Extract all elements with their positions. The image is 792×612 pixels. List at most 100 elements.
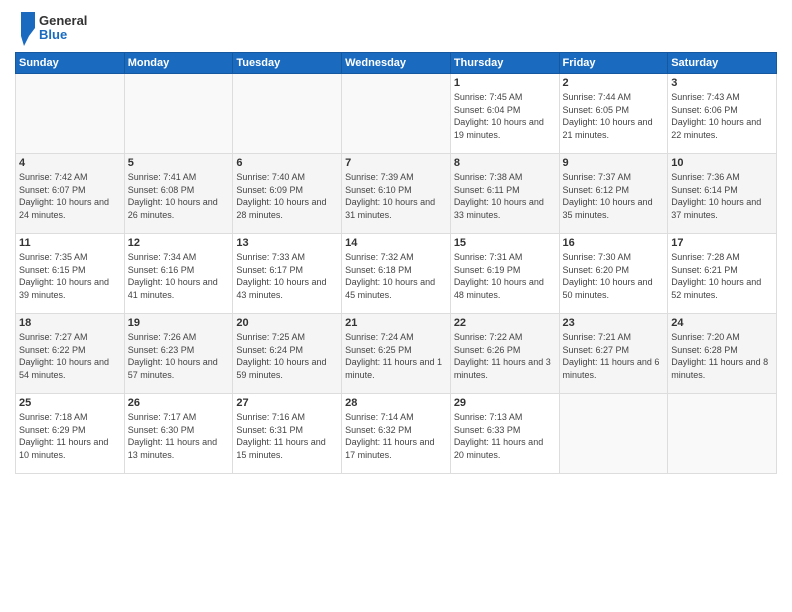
calendar-cell: [16, 74, 125, 154]
day-info: Sunrise: 7:17 AM Sunset: 6:30 PM Dayligh…: [128, 411, 230, 461]
day-number: 7: [345, 157, 447, 169]
day-info: Sunrise: 7:40 AM Sunset: 6:09 PM Dayligh…: [236, 171, 338, 221]
calendar-cell: 18 Sunrise: 7:27 AM Sunset: 6:22 PM Dayli…: [16, 314, 125, 394]
logo-container: General Blue: [15, 10, 87, 46]
calendar-cell: 22Sunrise: 7:22 AM Sunset: 6:26 PM Dayli…: [450, 314, 559, 394]
day-number: 18: [19, 317, 121, 329]
calendar-cell: [342, 74, 451, 154]
calendar-cell: 28 Sunrise: 7:14 AM Sunset: 6:32 PM Dayli…: [342, 394, 451, 474]
calendar-cell: 10 Sunrise: 7:36 AM Sunset: 6:14 PM Dayli…: [668, 154, 777, 234]
day-info: Sunrise: 7:42 AM Sunset: 6:07 PM Dayligh…: [19, 171, 121, 221]
day-number: 21: [345, 317, 447, 329]
day-number: 16: [563, 237, 665, 249]
day-number: 20: [236, 317, 338, 329]
day-info: Sunrise: 7:27 AM Sunset: 6:22 PM Dayligh…: [19, 331, 121, 381]
calendar-cell: 1Sunrise: 7:45 AM Sunset: 6:04 PM Daylig…: [450, 74, 559, 154]
calendar-cell: 14 Sunrise: 7:32 AM Sunset: 6:18 PM Dayli…: [342, 234, 451, 314]
calendar-cell: 17 Sunrise: 7:28 AM Sunset: 6:21 PM Dayli…: [668, 234, 777, 314]
logo-shape-icon: [15, 10, 37, 46]
day-number: 25: [19, 397, 121, 409]
calendar-cell: 29 Sunrise: 7:13 AM Sunset: 6:33 PM Dayli…: [450, 394, 559, 474]
calendar-cell: 24 Sunrise: 7:20 AM Sunset: 6:28 PM Dayli…: [668, 314, 777, 394]
day-number: 26: [128, 397, 230, 409]
day-number: 28: [345, 397, 447, 409]
day-info: Sunrise: 7:24 AM Sunset: 6:25 PM Dayligh…: [345, 331, 447, 381]
calendar-cell: 6Sunrise: 7:40 AM Sunset: 6:09 PM Daylig…: [233, 154, 342, 234]
day-number: 23: [563, 317, 665, 329]
day-info: Sunrise: 7:20 AM Sunset: 6:28 PM Dayligh…: [671, 331, 773, 381]
day-number: 27: [236, 397, 338, 409]
day-info: Sunrise: 7:14 AM Sunset: 6:32 PM Dayligh…: [345, 411, 447, 461]
calendar-cell: 9 Sunrise: 7:37 AM Sunset: 6:12 PM Daylig…: [559, 154, 668, 234]
calendar-page: General Blue SundayMondayTuesdayWednesda…: [0, 0, 792, 612]
calendar-cell: [124, 74, 233, 154]
day-number: 14: [345, 237, 447, 249]
calendar-cell: 8Sunrise: 7:38 AM Sunset: 6:11 PM Daylig…: [450, 154, 559, 234]
day-info: Sunrise: 7:13 AM Sunset: 6:33 PM Dayligh…: [454, 411, 556, 461]
weekday-header-row: SundayMondayTuesdayWednesdayThursdayFrid…: [16, 53, 777, 74]
day-info: Sunrise: 7:26 AM Sunset: 6:23 PM Dayligh…: [128, 331, 230, 381]
calendar-table: SundayMondayTuesdayWednesdayThursdayFrid…: [15, 52, 777, 474]
logo-general: General: [39, 14, 87, 28]
header: General Blue: [15, 10, 777, 46]
calendar-cell: 12Sunrise: 7:34 AM Sunset: 6:16 PM Dayli…: [124, 234, 233, 314]
calendar-cell: [559, 394, 668, 474]
day-number: 19: [128, 317, 230, 329]
calendar-cell: 7 Sunrise: 7:39 AM Sunset: 6:10 PM Daylig…: [342, 154, 451, 234]
week-row-1: 1Sunrise: 7:45 AM Sunset: 6:04 PM Daylig…: [16, 74, 777, 154]
day-number: 13: [236, 237, 338, 249]
day-info: Sunrise: 7:35 AM Sunset: 6:15 PM Dayligh…: [19, 251, 121, 301]
calendar-cell: 27 Sunrise: 7:16 AM Sunset: 6:31 PM Dayli…: [233, 394, 342, 474]
calendar-cell: 2Sunrise: 7:44 AM Sunset: 6:05 PM Daylig…: [559, 74, 668, 154]
day-info: Sunrise: 7:37 AM Sunset: 6:12 PM Dayligh…: [563, 171, 665, 221]
day-info: Sunrise: 7:30 AM Sunset: 6:20 PM Dayligh…: [563, 251, 665, 301]
day-info: Sunrise: 7:34 AM Sunset: 6:16 PM Dayligh…: [128, 251, 230, 301]
day-info: Sunrise: 7:39 AM Sunset: 6:10 PM Dayligh…: [345, 171, 447, 221]
week-row-5: 25 Sunrise: 7:18 AM Sunset: 6:29 PM Dayli…: [16, 394, 777, 474]
day-info: Sunrise: 7:22 AM Sunset: 6:26 PM Dayligh…: [454, 331, 556, 381]
day-number: 1: [454, 77, 556, 89]
day-info: Sunrise: 7:16 AM Sunset: 6:31 PM Dayligh…: [236, 411, 338, 461]
day-info: Sunrise: 7:31 AM Sunset: 6:19 PM Dayligh…: [454, 251, 556, 301]
day-info: Sunrise: 7:44 AM Sunset: 6:05 PM Dayligh…: [563, 91, 665, 141]
day-number: 24: [671, 317, 773, 329]
day-number: 17: [671, 237, 773, 249]
weekday-header-sunday: Sunday: [16, 53, 125, 74]
week-row-2: 4 Sunrise: 7:42 AM Sunset: 6:07 PM Daylig…: [16, 154, 777, 234]
calendar-cell: 25 Sunrise: 7:18 AM Sunset: 6:29 PM Dayli…: [16, 394, 125, 474]
weekday-header-wednesday: Wednesday: [342, 53, 451, 74]
day-info: Sunrise: 7:36 AM Sunset: 6:14 PM Dayligh…: [671, 171, 773, 221]
day-number: 3: [671, 77, 773, 89]
calendar-cell: 4 Sunrise: 7:42 AM Sunset: 6:07 PM Daylig…: [16, 154, 125, 234]
day-number: 11: [19, 237, 121, 249]
logo: General Blue: [15, 10, 87, 46]
calendar-cell: 16 Sunrise: 7:30 AM Sunset: 6:20 PM Dayli…: [559, 234, 668, 314]
week-row-4: 18 Sunrise: 7:27 AM Sunset: 6:22 PM Dayli…: [16, 314, 777, 394]
calendar-cell: 5 Sunrise: 7:41 AM Sunset: 6:08 PM Daylig…: [124, 154, 233, 234]
calendar-cell: [233, 74, 342, 154]
day-info: Sunrise: 7:32 AM Sunset: 6:18 PM Dayligh…: [345, 251, 447, 301]
calendar-cell: 19 Sunrise: 7:26 AM Sunset: 6:23 PM Dayli…: [124, 314, 233, 394]
day-number: 10: [671, 157, 773, 169]
calendar-cell: 23Sunrise: 7:21 AM Sunset: 6:27 PM Dayli…: [559, 314, 668, 394]
calendar-cell: 15Sunrise: 7:31 AM Sunset: 6:19 PM Dayli…: [450, 234, 559, 314]
calendar-cell: [668, 394, 777, 474]
day-info: Sunrise: 7:38 AM Sunset: 6:11 PM Dayligh…: [454, 171, 556, 221]
weekday-header-tuesday: Tuesday: [233, 53, 342, 74]
day-info: Sunrise: 7:43 AM Sunset: 6:06 PM Dayligh…: [671, 91, 773, 141]
weekday-header-friday: Friday: [559, 53, 668, 74]
calendar-cell: 26 Sunrise: 7:17 AM Sunset: 6:30 PM Dayli…: [124, 394, 233, 474]
day-number: 9: [563, 157, 665, 169]
day-number: 5: [128, 157, 230, 169]
day-info: Sunrise: 7:41 AM Sunset: 6:08 PM Dayligh…: [128, 171, 230, 221]
day-info: Sunrise: 7:18 AM Sunset: 6:29 PM Dayligh…: [19, 411, 121, 461]
week-row-3: 11 Sunrise: 7:35 AM Sunset: 6:15 PM Dayli…: [16, 234, 777, 314]
calendar-cell: 20Sunrise: 7:25 AM Sunset: 6:24 PM Dayli…: [233, 314, 342, 394]
day-number: 4: [19, 157, 121, 169]
calendar-cell: 21 Sunrise: 7:24 AM Sunset: 6:25 PM Dayli…: [342, 314, 451, 394]
logo-blue: Blue: [39, 28, 87, 42]
day-number: 29: [454, 397, 556, 409]
weekday-header-saturday: Saturday: [668, 53, 777, 74]
day-info: Sunrise: 7:33 AM Sunset: 6:17 PM Dayligh…: [236, 251, 338, 301]
day-info: Sunrise: 7:28 AM Sunset: 6:21 PM Dayligh…: [671, 251, 773, 301]
